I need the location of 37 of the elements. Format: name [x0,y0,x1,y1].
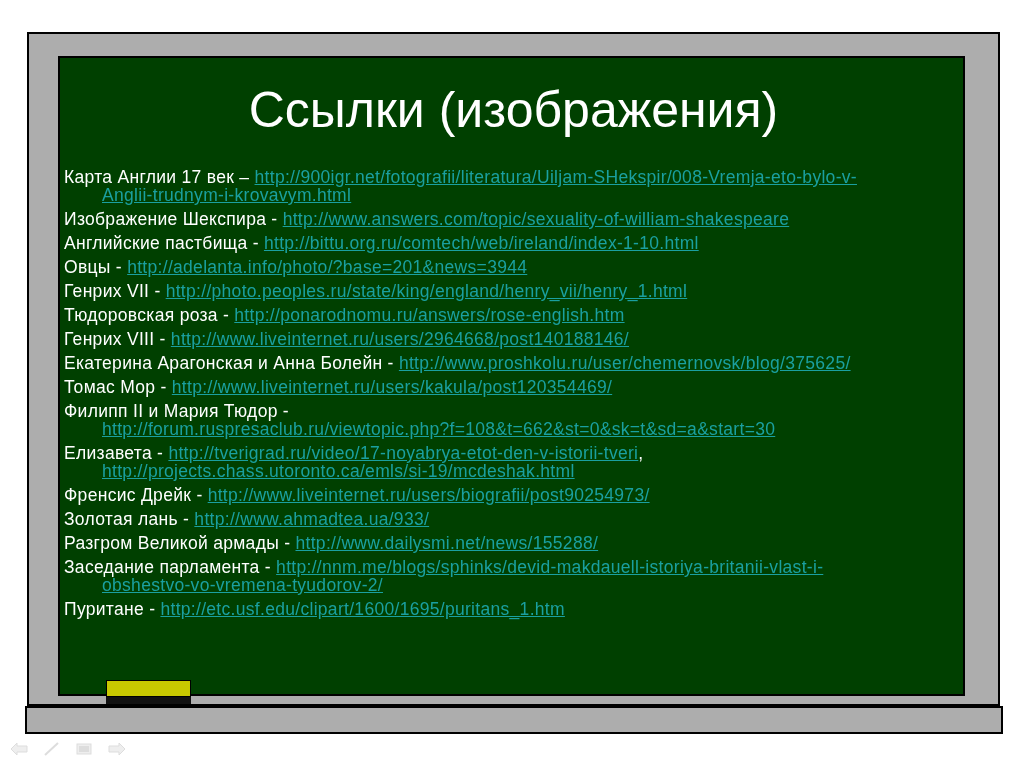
reference-text: Френсис Дрейк - [64,485,204,505]
back-arrow-icon[interactable] [10,742,28,756]
reference-text: Карта Англии 17 век – [64,167,251,187]
reference-text: Филипп II и Мария Тюдор - [64,401,289,421]
url-link[interactable]: http://900igr.net/fotografii/literatura/Uiljam-SHekspir/008-Vremja-eto-bylo-v- [254,167,857,187]
url-link[interactable]: http://etc.usf.edu/clipart/1600/1695/puritans_1.htm [160,599,565,619]
reference-text: Пуритане - [64,599,157,619]
url-link[interactable]: http://tverigrad.ru/video/17-noyabrya-etot-den-v-istorii-tveri [168,443,639,463]
url-link[interactable]: http://nnm.me/blogs/sphinks/devid-makdauell-istoriya-britanii-vlast-i- [276,557,824,577]
reference-text: Тюдоровская роза - [64,305,231,325]
url-link[interactable]: http://www.liveinternet.ru/users/biografii/post90254973/ [207,485,650,505]
reference-text: Изображение Шекспира - [64,209,279,229]
reference-text: Генрих VIII - [64,329,167,349]
url-link[interactable]: http://www.answers.com/topic/sexuality-of-william-shakespeare [282,209,790,229]
reference-text: Золотая лань - [64,509,191,529]
url-link[interactable]: http://adelanta.info/photo/?base=201&news=3944 [127,257,528,277]
url-link[interactable]: http://ponarodnomu.ru/answers/rose-english.htm [234,305,625,325]
reference-text: Елизавета - [64,443,165,463]
reference-text: Овцы - [64,257,123,277]
pen-icon[interactable] [44,742,60,756]
forward-arrow-icon[interactable] [108,742,126,756]
reference-text: Томас Мор - [64,377,168,397]
reference-text: Генрих VII - [64,281,162,301]
reference-text: , [638,443,644,463]
url-link[interactable]: http://photo.peoples.ru/state/king/england/henry_vii/henry_1.html [165,281,688,301]
url-link[interactable]: http://www.ahmadtea.ua/933/ [194,509,430,529]
reference-text: Разгром Великой армады - [64,533,292,553]
url-link[interactable]: http://www.dailysmi.net/news/155288/ [295,533,599,553]
reference-text: Заседание парламента - [64,557,272,577]
url-link[interactable]: http://www.liveinternet.ru/users/kakula/post120354469/ [171,377,613,397]
url-link[interactable]: http://www.proshkolu.ru/user/chemernovsk/blog/375625/ [398,353,851,373]
reference-text: Екатерина Арагонская и Анна Болейн - [64,353,395,373]
menu-icon[interactable] [76,743,92,755]
slide-title: Ссылки (изображения) [247,81,780,140]
url-link[interactable]: http://bittu.org.ru/comtech/web/ireland/index-1-10.html [263,233,699,253]
reference-text: Английские пастбища - [64,233,260,253]
url-link[interactable]: http://www.liveinternet.ru/users/2964668/post140188146/ [170,329,630,349]
